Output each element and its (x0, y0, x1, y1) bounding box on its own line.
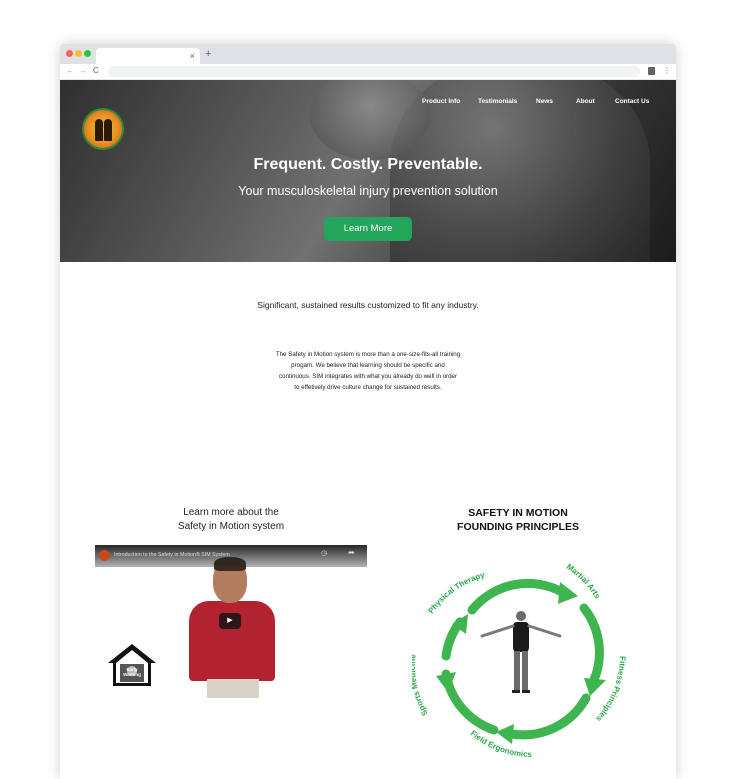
forward-icon[interactable]: → (79, 65, 87, 77)
site-logo[interactable] (82, 108, 124, 150)
cycle-arrow (507, 693, 591, 740)
video-section-title-line: Learn more about the (183, 507, 279, 518)
principles-title: SAFETY IN MOTION FOUNDING PRINCIPLES (408, 506, 628, 534)
early-warning-house-icon: Early Warning (107, 643, 157, 687)
browser-menu-icon[interactable]: ⋮ (663, 65, 671, 77)
share-icon[interactable]: ➦ (348, 548, 355, 557)
principles-title-line: FOUNDING PRINCIPLES (457, 521, 579, 533)
nav-product-info[interactable]: Product Info (422, 98, 460, 105)
hero-banner: Product Info Testimonials News About Con… (60, 80, 676, 262)
tagline: Significant, sustained results customize… (257, 300, 479, 310)
nav-contact-us[interactable]: Contact Us (615, 98, 649, 105)
principles-diagram: Physical Therapy Martial Arts Fitness Pr… (408, 552, 630, 764)
house-label-line: Warning (123, 672, 141, 677)
intro-line: The Safety in Motion system is more than… (275, 351, 461, 358)
video-section-title: Learn more about the Safety in Motion sy… (120, 506, 342, 534)
tab-close-icon[interactable]: × (190, 49, 195, 63)
principle-label-sports-medicine: Sports Medicine (412, 653, 430, 717)
learn-more-button[interactable]: Learn More (324, 217, 412, 241)
cycle-arrow (467, 578, 567, 615)
arrowhead-icon (496, 724, 514, 744)
intro-video-player[interactable]: Introduction to the Safety in Motion® SI… (95, 545, 367, 698)
channel-avatar[interactable] (99, 550, 110, 561)
reload-icon[interactable]: C (93, 65, 99, 77)
nav-about[interactable]: About (576, 98, 595, 105)
address-bar[interactable] (108, 66, 640, 77)
video-section-title-line: Safety in Motion system (177, 521, 285, 532)
presenter-pants (207, 679, 259, 698)
minimize-window-icon[interactable] (75, 50, 82, 57)
cycle-arrow (441, 669, 499, 735)
logo-figure-icon (104, 119, 112, 141)
intro-line: to effetively drive culture change for s… (294, 384, 442, 391)
back-icon[interactable]: ← (66, 65, 74, 77)
browser-tab-strip: × + (60, 44, 676, 64)
browser-toolbar: ← → C ⋮ (60, 64, 676, 80)
arrowhead-icon (584, 678, 606, 696)
arrowhead-icon (558, 582, 578, 604)
cycle-arrow (579, 603, 604, 685)
hero-subtitle: Your musculoskeletal injury prevention s… (238, 184, 498, 198)
extension-icon[interactable] (648, 67, 655, 75)
intro-paragraph: The Safety in Motion system is more than… (240, 349, 496, 393)
principles-cycle-svg: Physical Therapy Martial Arts Fitness Pr… (408, 562, 627, 759)
principles-title-line: SAFETY IN MOTION (468, 507, 568, 519)
watch-later-icon[interactable]: ◷ (321, 549, 327, 557)
video-title[interactable]: Introduction to the Safety in Motion® SI… (114, 552, 230, 558)
new-tab-icon[interactable]: + (205, 47, 211, 61)
house-icon (108, 644, 156, 686)
house-label: Early Warning (121, 667, 143, 677)
maximize-window-icon[interactable] (84, 50, 91, 57)
play-button[interactable]: ▶ (219, 613, 241, 629)
center-figure-icon (480, 611, 562, 693)
browser-window: × + ← → C ⋮ Product Info Testimonials Ne… (60, 44, 676, 779)
hero-title: Frequent. Costly. Preventable. (253, 156, 483, 173)
nav-news[interactable]: News (536, 98, 553, 105)
logo-figure-icon (95, 119, 103, 141)
browser-tab[interactable]: × (96, 48, 200, 64)
nav-testimonials[interactable]: Testimonials (478, 98, 517, 105)
intro-line: progam. We believe that learning should … (291, 362, 445, 369)
close-window-icon[interactable] (66, 50, 73, 57)
intro-line: continuous. SIM integrates with what you… (278, 373, 458, 380)
